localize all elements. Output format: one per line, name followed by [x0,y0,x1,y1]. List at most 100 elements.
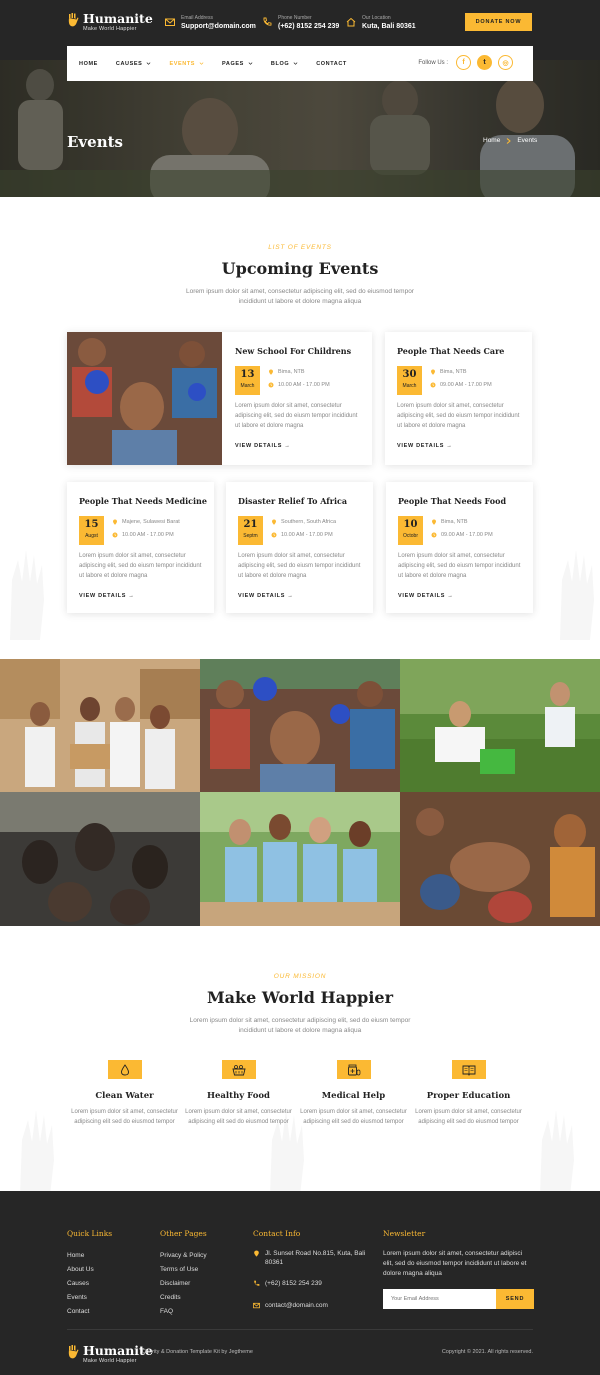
phone-value[interactable]: (+62) 8152 254 239 [278,22,339,32]
feature-description: Lorem ipsum dolor sit amet, consectetur … [415,1109,522,1125]
copyright: Copyright © 2021. All rights reserved. [441,1349,533,1355]
event-card: People That Needs Medicine 15 Augst Maje… [67,482,214,613]
email-value[interactable]: Support@domain.com [181,22,256,32]
events-heading: Upcoming Events [221,259,379,278]
donate-button[interactable]: DONATE NOW [465,13,532,31]
gallery-photo-hands-together[interactable] [400,792,600,926]
feature-title: Healthy Food [206,1091,271,1101]
footer-newsletter: Newsletter Lorem ipsum dolor sit amet, c… [383,1229,534,1309]
events-kicker: LIST OF EVENTS [268,244,332,251]
footer-link-terms[interactable]: Terms of Use [160,1263,207,1277]
facebook-icon[interactable]: f [456,55,471,70]
gallery-photo-volunteers-boxes[interactable] [0,659,200,792]
event-day: 15 [84,519,99,530]
gallery-photo-group-children[interactable] [0,792,200,926]
newsletter-send-button[interactable]: SEND [496,1289,534,1309]
header-email: Email Address Support@domain.com [165,15,256,32]
newsletter-email-input[interactable] [383,1289,496,1309]
gallery-photo-children-balls[interactable] [200,659,400,792]
feature-healthy-food: Healthy Food Lorem ipsum dolor sit amet,… [181,1060,296,1127]
event-month: Septm [243,533,258,539]
footer-link-privacy[interactable]: Privacy & Policy [160,1249,207,1263]
gallery-photo-recycling[interactable] [400,659,600,792]
footer-contact-info: Contact Info Jl. Sunset Road No.815, Kut… [253,1229,368,1310]
breadcrumb-home[interactable]: Home [483,137,500,144]
clock-icon [431,532,437,538]
chevron-right-icon [507,137,512,144]
footer-credit: Charity & Donation Template Kit by Jegth… [142,1349,253,1355]
map-pin-icon [431,369,435,375]
feature-icon-box [451,1060,486,1079]
event-time: 09.00 AM - 17.00 PM [431,532,493,538]
nav-home[interactable]: HOME [79,61,98,67]
gallery-photo-volunteers-group[interactable] [200,792,400,926]
newsletter-form: SEND [383,1289,534,1309]
event-description: Lorem ipsum dolor sit amet, consectetur … [238,553,361,579]
mission-heading: Make World Happier [206,988,394,1007]
main-nav: HOME CAUSES EVENTS PAGES BLOG CONTACT Fo… [67,46,533,81]
view-details-link[interactable]: VIEW DETAILS → [235,443,291,449]
event-location: Bima, NTB [430,369,467,375]
nav-causes[interactable]: CAUSES [116,61,152,67]
footer-link-credits[interactable]: Credits [160,1291,207,1305]
event-month: March [402,383,417,389]
event-day: 21 [243,519,258,530]
event-image[interactable] [67,332,222,465]
event-date: 21 Septm [238,516,263,545]
food-basket-icon [231,1064,246,1075]
event-month: Octobr [402,533,418,539]
footer-link-contact[interactable]: Contact [67,1305,112,1319]
nav-events[interactable]: EVENTS [169,61,204,67]
view-details-link[interactable]: VIEW DETAILS → [79,593,135,599]
chevron-down-icon [147,62,151,65]
event-time: 10.00 AM - 17.00 PM [112,532,174,538]
event-title[interactable]: People That Needs Medicine [79,496,207,506]
footer-link-disclaimer[interactable]: Disclaimer [160,1277,207,1291]
footer-logo[interactable]: Humanite Make World Happier [67,1344,153,1365]
feature-description: Lorem ipsum dolor sit amet, consectetur … [71,1109,178,1125]
event-location: Southern, South Africa [271,519,336,525]
view-details-link[interactable]: VIEW DETAILS → [397,443,453,449]
view-details-link[interactable]: VIEW DETAILS → [238,593,294,599]
view-details-link[interactable]: VIEW DETAILS → [398,593,454,599]
event-title[interactable]: New School For Childrens [235,346,351,356]
footer-link-faq[interactable]: FAQ [160,1305,207,1319]
follow-label: Follow Us : [418,59,448,66]
footer-link-about[interactable]: About Us [67,1263,112,1277]
newsletter-text: Lorem ipsum dolor sit amet, consectetur … [383,1250,527,1277]
instagram-icon[interactable]: ◎ [498,55,513,70]
event-title[interactable]: People That Needs Care [397,346,504,356]
hand-logo-icon [68,13,79,27]
event-date: 10 Octobr [398,516,423,545]
location-label: Our Location [362,15,391,21]
mission-kicker: OUR MISSION [273,973,327,980]
feature-title: Proper Education [426,1091,511,1101]
nav-contact[interactable]: CONTACT [316,61,347,67]
event-title[interactable]: Disaster Relief To Africa [238,496,347,506]
hand-logo-icon [68,1345,79,1359]
event-description: Lorem ipsum dolor sit amet, consectetur … [398,553,521,579]
event-time: 10.00 AM - 17.00 PM [271,532,333,538]
footer-link-home[interactable]: Home [67,1249,112,1263]
footer-email[interactable]: contact@domain.com [253,1301,368,1310]
map-pin-icon [113,519,117,525]
twitter-icon[interactable]: t [477,55,492,70]
clock-icon [268,382,274,388]
event-description: Lorem ipsum dolor sit amet, consectetur … [79,553,202,579]
footer-other-pages: Other Pages Privacy & Policy Terms of Us… [160,1229,207,1319]
nav-blog[interactable]: BLOG [271,61,298,67]
event-time: 10.00 AM - 17.00 PM [268,382,330,388]
logo[interactable]: Humanite Make World Happier [67,12,153,33]
footer-phone[interactable]: (+62) 8152 254 239 [253,1279,368,1288]
clock-icon [112,532,118,538]
page-title: Events [67,133,123,151]
event-location: Majene, Sulawesi Barat [112,519,180,525]
event-card: People That Needs Food 10 Octobr Bima, N… [386,482,533,613]
feature-clean-water: Clean Water Lorem ipsum dolor sit amet, … [67,1060,182,1127]
footer-link-causes[interactable]: Causes [67,1277,112,1291]
footer-link-events[interactable]: Events [67,1291,112,1305]
nav-pages[interactable]: PAGES [222,61,253,67]
event-title[interactable]: People That Needs Food [398,496,506,506]
header-phone: Phone Number (+62) 8152 254 239 [262,15,339,32]
map-pin-icon [272,519,276,525]
